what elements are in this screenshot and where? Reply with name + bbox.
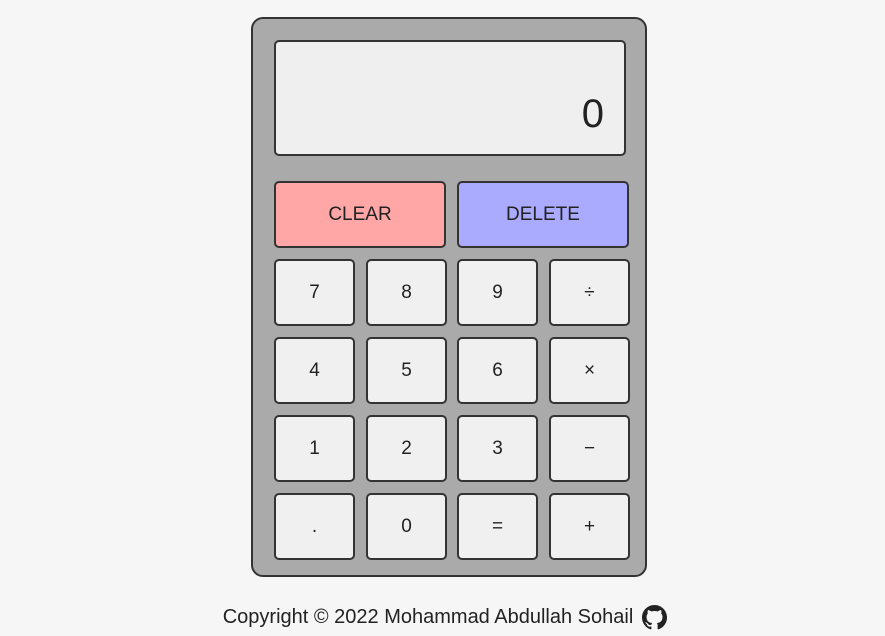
key-0[interactable]: 0 — [366, 493, 447, 560]
divide-button[interactable]: ÷ — [549, 259, 630, 326]
display-value: 0 — [581, 92, 604, 136]
display-screen: 0 — [274, 40, 626, 156]
key-4[interactable]: 4 — [274, 337, 355, 404]
key-3[interactable]: 3 — [457, 415, 538, 482]
copyright-text: Copyright © 2022 Mohammad Abdullah Sohai… — [222, 606, 634, 628]
equals-button[interactable]: = — [457, 493, 538, 560]
decimal-button[interactable]: . — [274, 493, 355, 560]
key-9[interactable]: 9 — [457, 259, 538, 326]
key-6[interactable]: 6 — [457, 337, 538, 404]
clear-button[interactable]: CLEAR — [274, 181, 446, 248]
calculator: 0 CLEAR DELETE 7 8 9 ÷ 4 5 6 × 1 2 3 − .… — [251, 17, 647, 577]
github-icon[interactable] — [642, 605, 668, 630]
key-2[interactable]: 2 — [366, 415, 447, 482]
add-button[interactable]: + — [549, 493, 630, 560]
delete-button[interactable]: DELETE — [457, 181, 629, 248]
key-1[interactable]: 1 — [274, 415, 355, 482]
key-7[interactable]: 7 — [274, 259, 355, 326]
key-5[interactable]: 5 — [366, 337, 447, 404]
footer: Copyright © 2022 Mohammad Abdullah Sohai… — [0, 605, 885, 630]
subtract-button[interactable]: − — [549, 415, 630, 482]
key-8[interactable]: 8 — [366, 259, 447, 326]
multiply-button[interactable]: × — [549, 337, 630, 404]
